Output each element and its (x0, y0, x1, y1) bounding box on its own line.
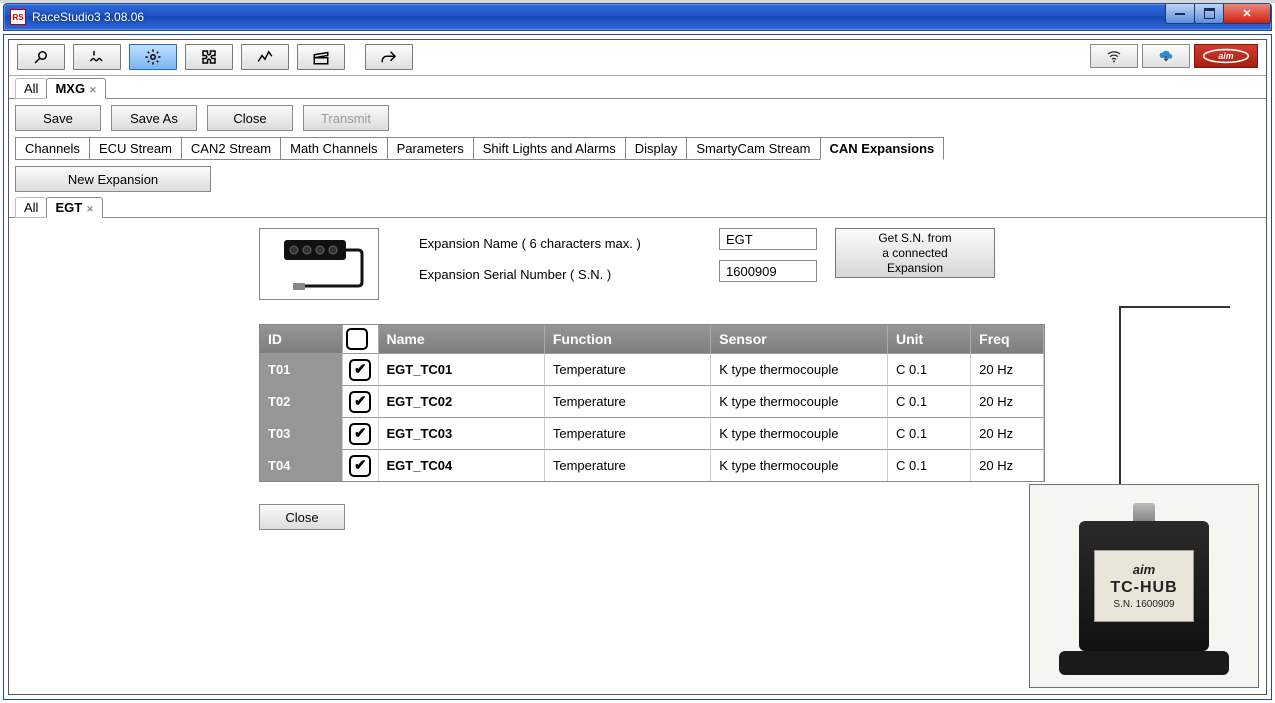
window-close-button[interactable] (1223, 4, 1271, 24)
tab-channels[interactable]: Channels (15, 137, 90, 160)
col-function: Function (545, 325, 711, 353)
expansion-name-input[interactable] (719, 228, 817, 250)
col-unit: Unit (888, 325, 971, 353)
cell-id: T03 (260, 417, 343, 449)
app-icon: RS (10, 9, 26, 25)
cell-sensor: K type thermocouple (711, 353, 888, 385)
svg-text:aim: aim (1218, 51, 1233, 61)
select-all-checkbox[interactable] (346, 328, 368, 350)
device-tab-all[interactable]: All (15, 78, 47, 99)
tab-math-channels[interactable]: Math Channels (280, 137, 387, 160)
tchub-photo: aim TC-HUB S.N. 1600909 (1029, 484, 1259, 688)
share-icon[interactable] (365, 44, 413, 70)
close-tab-icon[interactable]: ✕ (89, 85, 97, 95)
row-checkbox[interactable] (349, 423, 371, 445)
main-toolbar: aim (9, 40, 1266, 75)
expansion-tab-row: All EGT✕ (9, 196, 1266, 217)
cell-freq: 20 Hz (971, 449, 1044, 481)
device-tab-row: All MXG✕ (9, 76, 1266, 98)
cell-enabled (343, 385, 378, 417)
cell-id: T04 (260, 449, 343, 481)
expansion-sn-label: Expansion Serial Number ( S.N. ) (419, 267, 719, 282)
device-tab-mxg[interactable]: MXG✕ (46, 78, 105, 99)
row-checkbox[interactable] (349, 455, 371, 477)
close-panel-button[interactable]: Close (259, 504, 345, 530)
config-actions-row: Save Save As Close Transmit (9, 99, 1266, 137)
wire-graphic (1119, 306, 1230, 308)
wrench-icon[interactable] (17, 44, 65, 70)
cell-name: EGT_TC03 (379, 417, 545, 449)
clapper-icon[interactable] (297, 44, 345, 70)
cell-freq: 20 Hz (971, 353, 1044, 385)
get-sn-button[interactable]: Get S.N. from a connected Expansion (835, 228, 995, 278)
transmit-button[interactable]: Transmit (303, 105, 389, 131)
thermometer-icon[interactable] (73, 44, 121, 70)
cell-freq: 20 Hz (971, 385, 1044, 417)
new-expansion-button[interactable]: New Expansion (15, 166, 211, 192)
gear-icon[interactable] (129, 44, 177, 70)
window-maximize-button[interactable] (1194, 4, 1224, 24)
config-tabs-row: Channels ECU Stream CAN2 Stream Math Cha… (9, 137, 1266, 160)
aim-logo-icon[interactable]: aim (1194, 44, 1258, 68)
tab-can2-stream[interactable]: CAN2 Stream (181, 137, 281, 160)
row-checkbox[interactable] (349, 359, 371, 381)
tab-display[interactable]: Display (625, 137, 688, 160)
tab-smartycam-stream[interactable]: SmartyCam Stream (686, 137, 820, 160)
cell-unit: C 0.1 (888, 353, 971, 385)
channels-table: ID Name Function Sensor Unit Freq T01 EGT… (259, 324, 1045, 482)
expansion-sn-input[interactable] (719, 260, 817, 282)
cell-name: EGT_TC01 (379, 353, 545, 385)
wifi-icon[interactable] (1090, 44, 1138, 68)
col-id: ID (260, 325, 343, 353)
cell-id: T01 (260, 353, 343, 385)
cell-sensor: K type thermocouple (711, 385, 888, 417)
col-freq: Freq (971, 325, 1044, 353)
cell-id: T02 (260, 385, 343, 417)
cell-unit: C 0.1 (888, 385, 971, 417)
expansion-tab-all[interactable]: All (15, 197, 47, 218)
cell-function: Temperature (545, 385, 711, 417)
window-minimize-button[interactable] (1165, 4, 1195, 24)
tchub-name: TC-HUB (1110, 579, 1177, 597)
cell-unit: C 0.1 (888, 449, 971, 481)
cell-enabled (343, 353, 378, 385)
cell-freq: 20 Hz (971, 417, 1044, 449)
tab-shift-lights-alarms[interactable]: Shift Lights and Alarms (473, 137, 626, 160)
cell-enabled (343, 417, 378, 449)
col-enabled (343, 325, 378, 353)
expansion-tab-egt[interactable]: EGT✕ (46, 197, 102, 218)
close-config-button[interactable]: Close (207, 105, 293, 131)
puzzle-icon[interactable] (185, 44, 233, 70)
tchub-brand: aim (1133, 562, 1155, 577)
cell-enabled (343, 449, 378, 481)
tab-ecu-stream[interactable]: ECU Stream (89, 137, 182, 160)
close-expansion-tab-icon[interactable]: ✕ (86, 204, 94, 214)
table-row[interactable]: T01 EGT_TC01TemperatureK type thermocoupl… (260, 353, 1044, 385)
cell-function: Temperature (545, 353, 711, 385)
cell-unit: C 0.1 (888, 417, 971, 449)
table-row[interactable]: T03 EGT_TC03TemperatureK type thermocoupl… (260, 417, 1044, 449)
cell-name: EGT_TC04 (379, 449, 545, 481)
cell-function: Temperature (545, 449, 711, 481)
tab-can-expansions[interactable]: CAN Expansions (820, 137, 945, 160)
table-row[interactable]: T04 EGT_TC04TemperatureK type thermocoupl… (260, 449, 1044, 481)
tchub-sn: S.N. 1600909 (1113, 599, 1174, 610)
row-checkbox[interactable] (349, 391, 371, 413)
cloud-download-icon[interactable] (1142, 44, 1190, 68)
graph-icon[interactable] (241, 44, 289, 70)
col-name: Name (379, 325, 545, 353)
window-titlebar: RS RaceStudio3 3.08.06 (3, 3, 1272, 31)
expansion-name-label: Expansion Name ( 6 characters max. ) (419, 236, 719, 251)
cell-sensor: K type thermocouple (711, 449, 888, 481)
cell-sensor: K type thermocouple (711, 417, 888, 449)
window-title: RaceStudio3 3.08.06 (32, 10, 1166, 24)
expansion-device-image (259, 228, 379, 300)
cell-function: Temperature (545, 417, 711, 449)
tab-parameters[interactable]: Parameters (387, 137, 474, 160)
save-button[interactable]: Save (15, 105, 101, 131)
save-as-button[interactable]: Save As (111, 105, 197, 131)
table-row[interactable]: T02 EGT_TC02TemperatureK type thermocoupl… (260, 385, 1044, 417)
cell-name: EGT_TC02 (379, 385, 545, 417)
col-sensor: Sensor (711, 325, 888, 353)
